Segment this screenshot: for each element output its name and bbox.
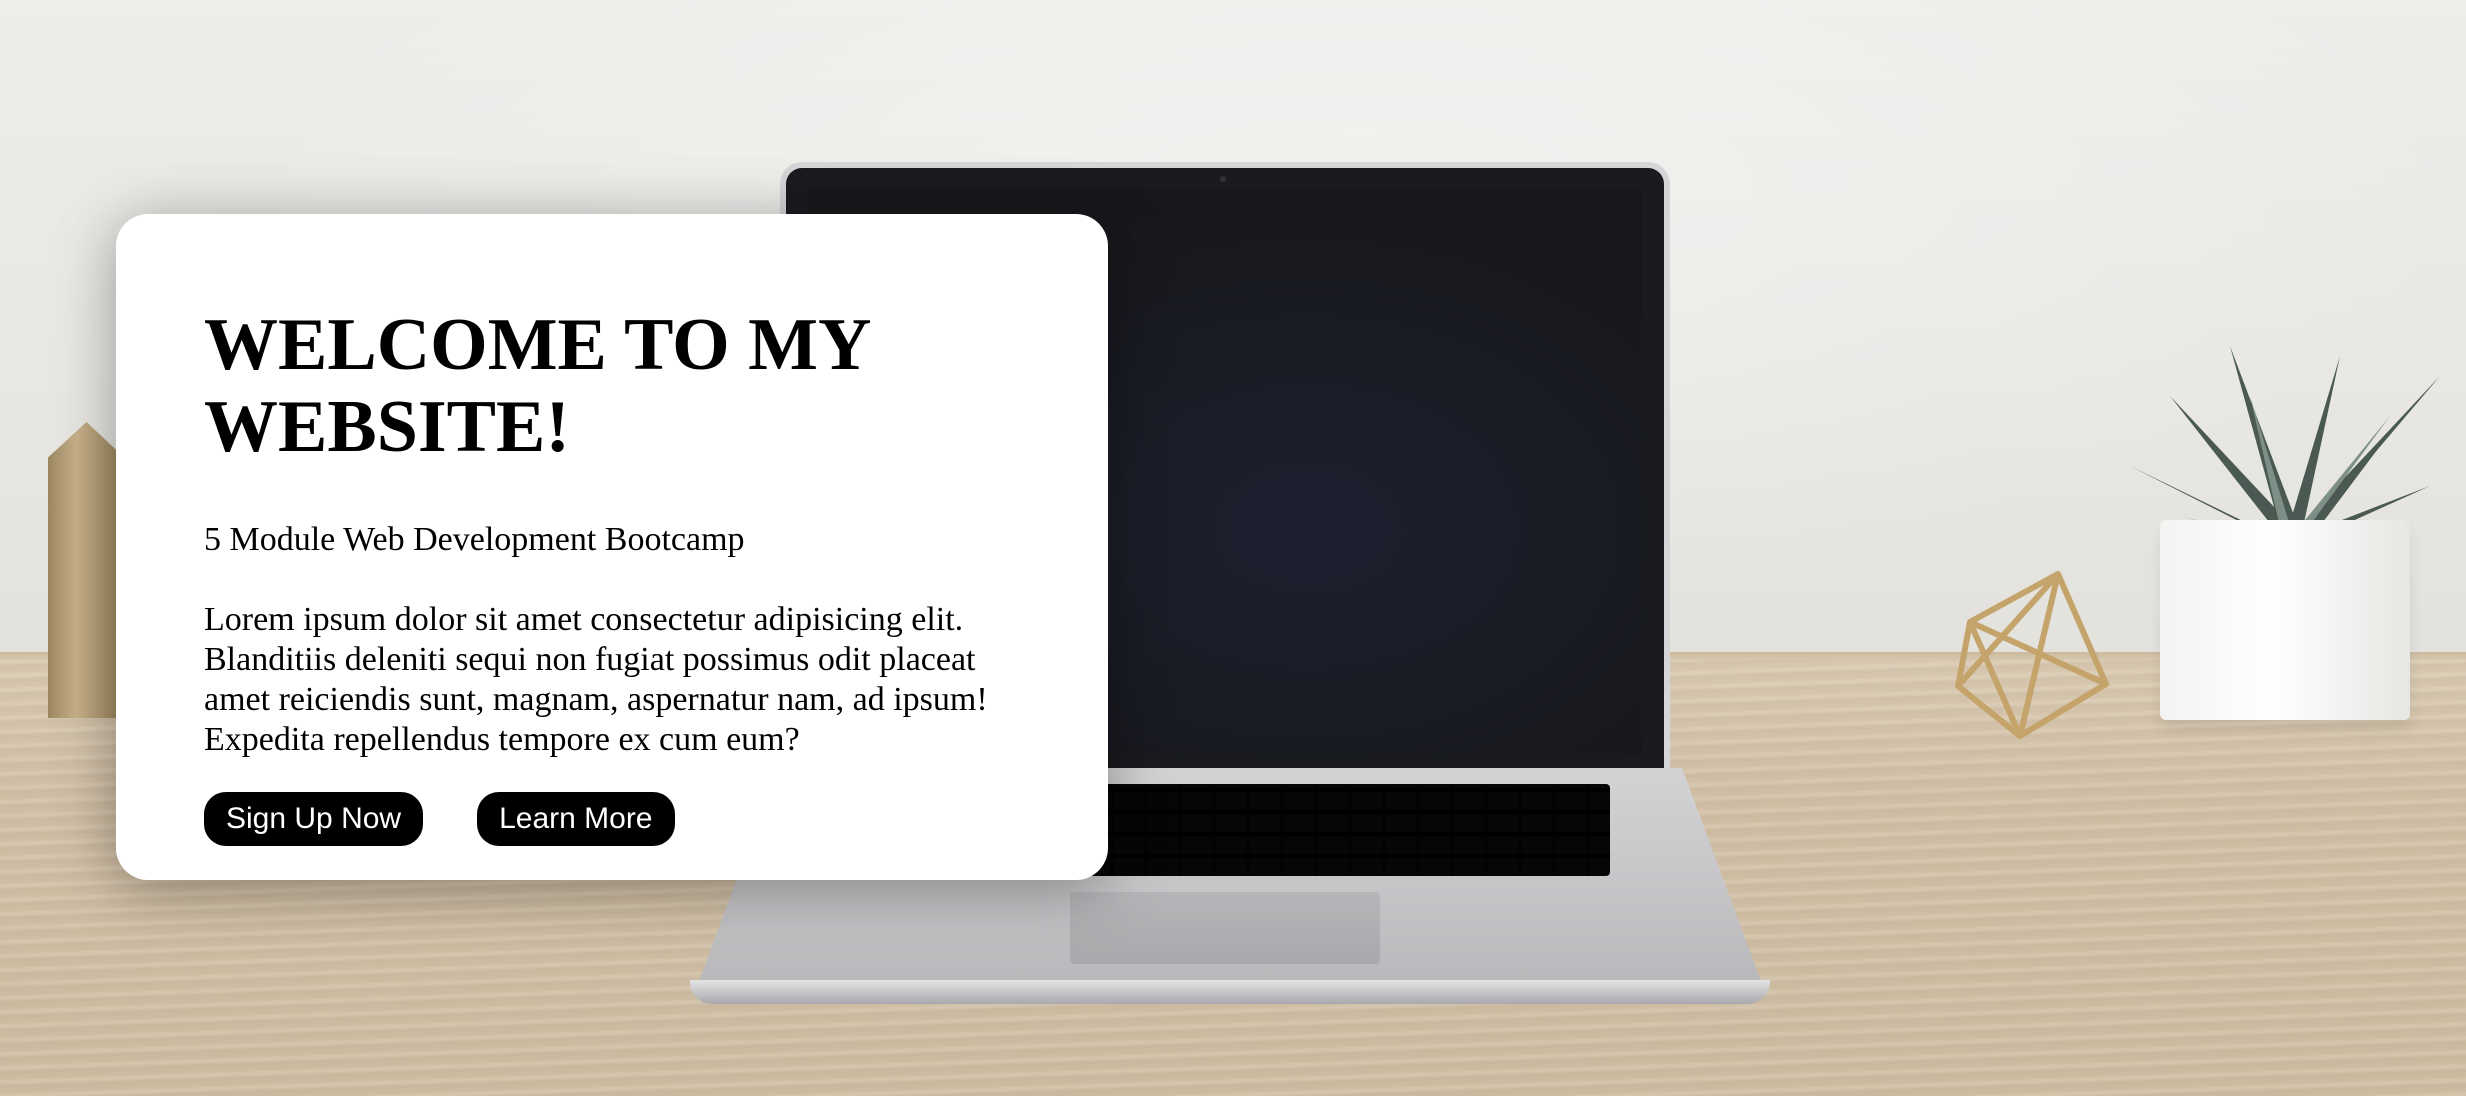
background-white-pot [2160,520,2410,720]
page-subtitle: 5 Module Web Development Bootcamp [204,521,745,558]
cta-button-group: Sign Up Now Learn More [204,792,1022,846]
learn-more-button[interactable]: Learn More [477,792,675,846]
background-succulent-plant [2130,346,2440,544]
page-title: WELCOME TO MY WEBSITE! [204,304,869,468]
intro-paragraph: Lorem ipsum dolor sit amet consectetur a… [204,601,988,758]
sign-up-button[interactable]: Sign Up Now [204,792,424,846]
laptop-trackpad [1070,892,1380,964]
laptop-keyboard [1080,784,1610,876]
laptop-base-front [690,980,1770,1004]
welcome-card: WELCOME TO MY WEBSITE! 5 Module Web Deve… [116,214,1108,880]
page-bottom-strip [0,1096,2466,1106]
hero-section: WELCOME TO MY WEBSITE! 5 Module Web Deve… [0,0,2466,1096]
background-gold-vase [48,422,118,718]
background-gold-geometric-ornament [1955,571,2109,739]
laptop-camera [1220,176,1226,182]
